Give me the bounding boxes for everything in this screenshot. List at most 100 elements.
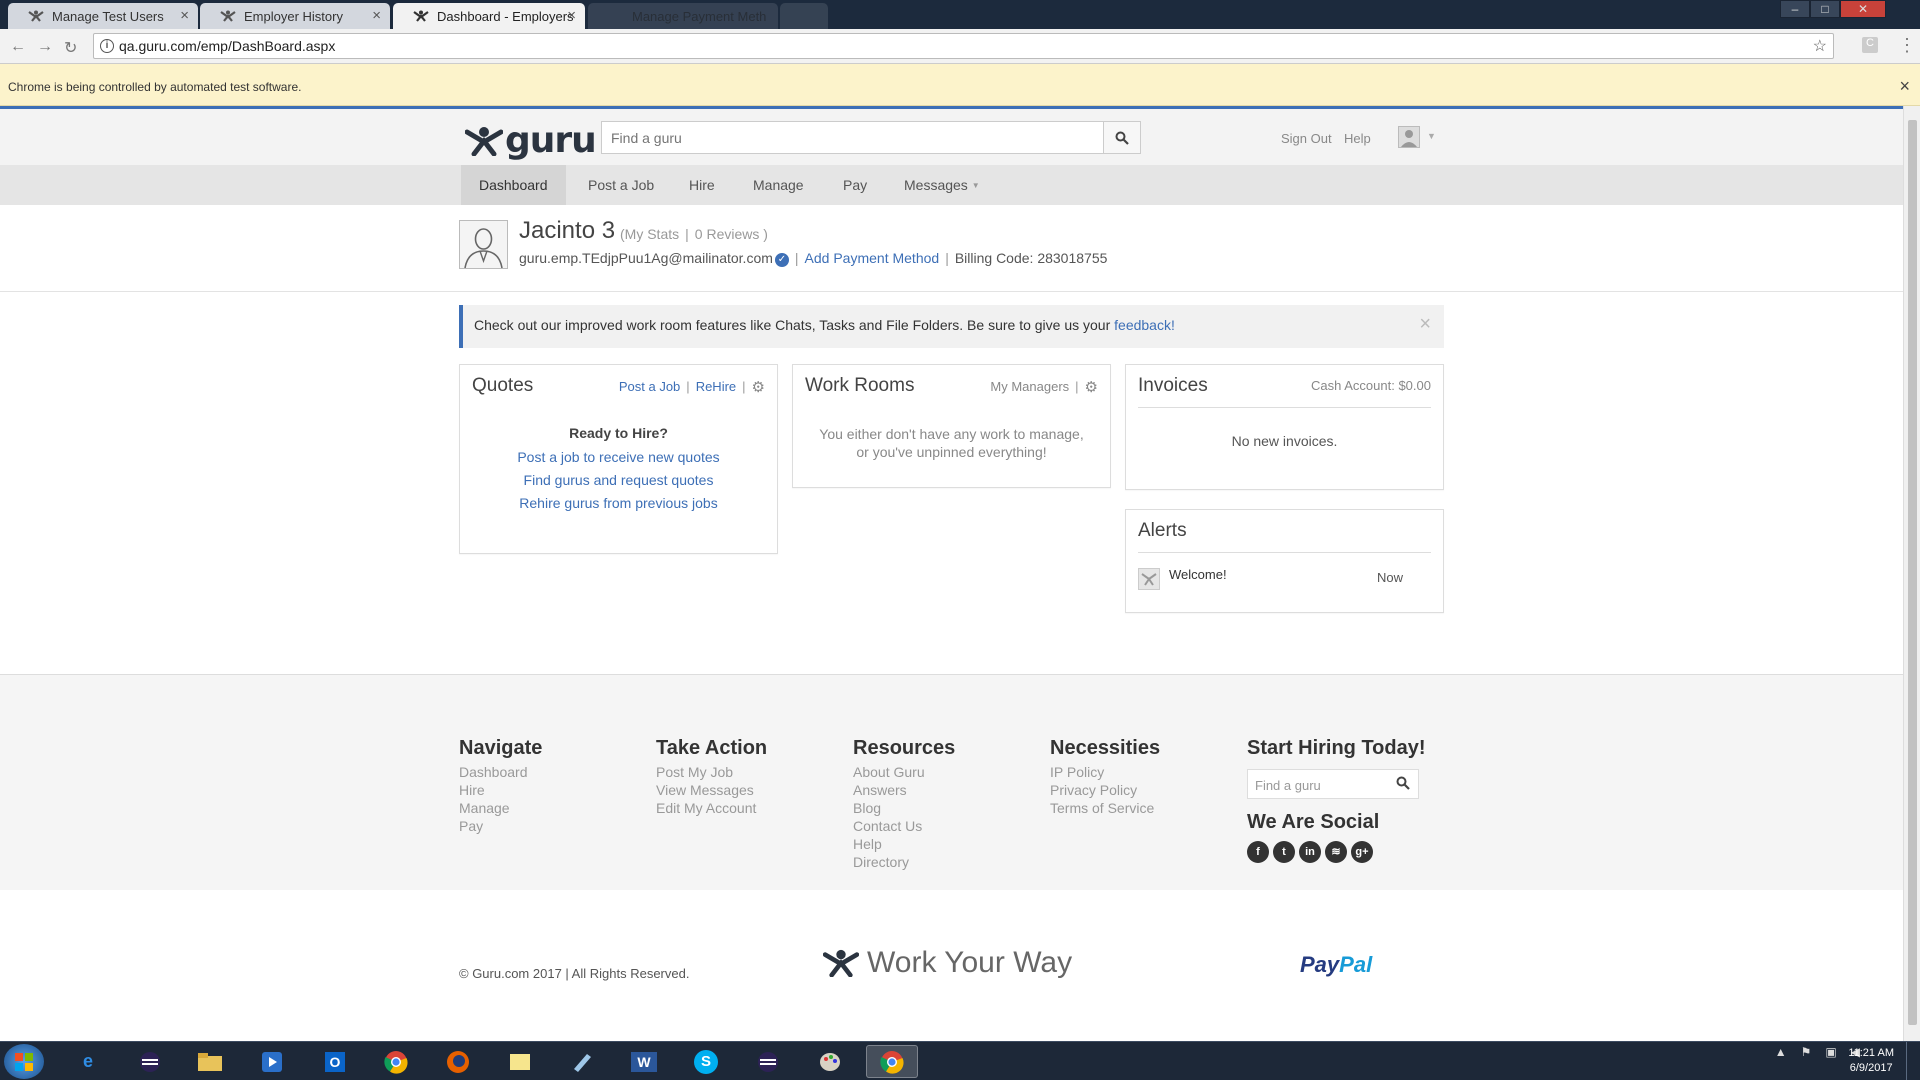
rss-icon[interactable]: ≋ — [1325, 841, 1347, 863]
facebook-icon[interactable]: f — [1247, 841, 1269, 863]
footer-link-ip-policy[interactable]: IP Policy — [1050, 763, 1160, 781]
tab-close-icon[interactable]: × — [567, 7, 576, 24]
footer-link-edit-account[interactable]: Edit My Account — [656, 799, 767, 817]
file-explorer-icon[interactable] — [184, 1045, 236, 1078]
footer-search-input[interactable]: Find a guru — [1247, 769, 1419, 799]
work-rooms-empty-message: You either don't have any work to manage… — [793, 425, 1110, 461]
url-field[interactable]: i qa.guru.com/emp/DashBoard.aspx ☆ — [93, 33, 1834, 59]
quotes-post-job-link[interactable]: Post a Job — [619, 379, 680, 394]
window-maximize-icon[interactable]: □ — [1810, 0, 1840, 18]
forward-arrow-icon[interactable]: → — [37, 38, 53, 56]
google-plus-icon[interactable]: g+ — [1351, 841, 1373, 863]
eclipse-icon[interactable] — [124, 1045, 176, 1078]
reviews-link[interactable]: 0 Reviews — [695, 226, 760, 242]
media-player-icon[interactable] — [246, 1045, 298, 1078]
chrome-icon[interactable] — [370, 1045, 422, 1078]
tray-expand-icon[interactable]: ▲ — [1775, 1045, 1787, 1059]
feedback-link[interactable]: feedback! — [1114, 317, 1175, 333]
help-link[interactable]: Help — [1344, 131, 1371, 146]
add-payment-method-link[interactable]: Add Payment Method — [805, 250, 940, 266]
browser-tab-payment-method[interactable]: Manage Payment Meth — [588, 3, 778, 29]
footer-link-privacy[interactable]: Privacy Policy — [1050, 781, 1160, 799]
window-minimize-icon[interactable]: – — [1780, 0, 1810, 18]
page-scrollbar[interactable] — [1903, 106, 1920, 1041]
infobar-close-icon[interactable]: × — [1899, 76, 1910, 97]
eclipse-icon[interactable] — [742, 1045, 794, 1078]
close-icon[interactable]: × — [1419, 313, 1431, 336]
rehire-gurus-link[interactable]: Rehire gurus from previous jobs — [460, 495, 777, 511]
nav-pay[interactable]: Pay — [825, 165, 885, 205]
outlook-icon[interactable]: O — [309, 1045, 361, 1078]
browser-tab-dashboard[interactable]: Dashboard - Employers × — [393, 3, 585, 29]
bookmark-star-icon[interactable]: ☆ — [1813, 36, 1827, 56]
nav-dashboard[interactable]: Dashboard — [461, 165, 566, 205]
user-avatar-menu[interactable] — [1398, 126, 1420, 148]
work-rooms-card: Work Rooms My Managers | ⚙ You either don'… — [792, 364, 1111, 488]
find-gurus-link[interactable]: Find gurus and request quotes — [460, 472, 777, 488]
search-button[interactable] — [1103, 122, 1140, 153]
linkedin-icon[interactable]: in — [1299, 841, 1321, 863]
action-center-flag-icon[interactable]: ⚑ — [1801, 1045, 1812, 1059]
footer-link-hire[interactable]: Hire — [459, 781, 542, 799]
nav-messages[interactable]: Messages ▼ — [886, 165, 998, 205]
tab-close-icon[interactable]: × — [372, 7, 381, 24]
footer-link-pay[interactable]: Pay — [459, 817, 542, 835]
footer-link-view-messages[interactable]: View Messages — [656, 781, 767, 799]
alert-text[interactable]: Welcome! — [1169, 567, 1227, 582]
footer-link-answers[interactable]: Answers — [853, 781, 955, 799]
start-button[interactable] — [4, 1044, 44, 1079]
gear-icon[interactable]: ⚙ — [1085, 378, 1098, 396]
paypal-logo: PayPal — [1300, 952, 1372, 978]
footer-link-directory[interactable]: Directory — [853, 853, 955, 871]
quotes-title: Quotes — [472, 375, 534, 396]
browser-tab-manage-test-users[interactable]: Manage Test Users × — [8, 3, 198, 29]
quotes-rehire-link[interactable]: ReHire — [696, 379, 736, 394]
footer-heading: Resources — [853, 737, 956, 759]
internet-explorer-icon[interactable]: e — [62, 1045, 114, 1078]
info-icon[interactable]: i — [100, 39, 114, 53]
footer-link-about[interactable]: About Guru — [853, 763, 955, 781]
twitter-icon[interactable]: t — [1273, 841, 1295, 863]
back-arrow-icon[interactable]: ← — [10, 38, 26, 56]
nav-manage[interactable]: Manage — [735, 165, 822, 205]
nav-post-a-job[interactable]: Post a Job — [570, 165, 672, 205]
footer-link-blog[interactable]: Blog — [853, 799, 955, 817]
clock-time: 11:21 AM — [1848, 1047, 1894, 1059]
tab-close-icon[interactable]: × — [180, 7, 189, 24]
firefox-icon[interactable] — [432, 1045, 484, 1078]
my-managers-link[interactable]: My Managers — [990, 379, 1069, 394]
guru-logo[interactable]: guru — [465, 120, 597, 161]
extension-icon[interactable]: C — [1862, 37, 1878, 53]
my-stats-link[interactable]: My Stats — [625, 226, 679, 242]
web-page: guru Sign Out Help ▼ Dashboard Post a Jo… — [0, 106, 1903, 1041]
post-job-quotes-link[interactable]: Post a job to receive new quotes — [460, 449, 777, 465]
chrome-menu-icon[interactable]: ⋮ — [1898, 35, 1916, 56]
skype-icon[interactable]: S — [680, 1045, 732, 1078]
nav-hire[interactable]: Hire — [671, 165, 733, 205]
search-icon[interactable] — [1396, 776, 1410, 793]
footer-link-contact[interactable]: Contact Us — [853, 817, 955, 835]
gear-icon[interactable]: ⚙ — [752, 378, 765, 396]
footer-link-terms[interactable]: Terms of Service — [1050, 799, 1160, 817]
word-icon[interactable]: W — [618, 1045, 670, 1078]
sign-out-link[interactable]: Sign Out — [1281, 131, 1332, 146]
footer-link-help[interactable]: Help — [853, 835, 955, 853]
new-tab-button[interactable] — [780, 3, 828, 29]
network-icon[interactable]: ▣ — [1825, 1045, 1836, 1059]
profile-avatar[interactable] — [459, 220, 508, 269]
show-desktop-button[interactable] — [1906, 1042, 1920, 1080]
footer-link-manage[interactable]: Manage — [459, 799, 542, 817]
reload-icon[interactable]: ↻ — [64, 38, 77, 58]
browser-tab-employer-history[interactable]: Employer History × — [200, 3, 390, 29]
system-clock[interactable]: 11:21 AM 6/9/2017 — [1848, 1046, 1894, 1076]
window-close-icon[interactable]: ✕ — [1840, 0, 1886, 18]
chevron-down-icon[interactable]: ▼ — [1427, 131, 1436, 141]
notepad-icon[interactable] — [556, 1045, 608, 1078]
search-input[interactable] — [602, 122, 1102, 153]
chrome-active-icon[interactable] — [866, 1045, 918, 1078]
paint-icon[interactable] — [804, 1045, 856, 1078]
sticky-notes-icon[interactable] — [494, 1045, 546, 1078]
footer-link-post-my-job[interactable]: Post My Job — [656, 763, 767, 781]
footer-link-dashboard[interactable]: Dashboard — [459, 763, 542, 781]
scrollbar-thumb[interactable] — [1908, 120, 1917, 1025]
